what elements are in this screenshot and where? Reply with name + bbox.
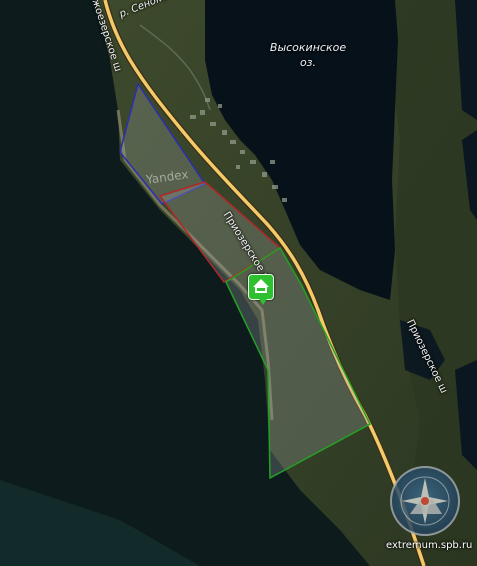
emblem-icon bbox=[400, 476, 450, 526]
campsite-icon bbox=[253, 279, 269, 293]
site-credit[interactable]: extremum.spb.ru bbox=[386, 540, 472, 551]
lake-name: Высокинское bbox=[269, 41, 347, 54]
lake-suffix: оз. bbox=[299, 56, 317, 69]
lake-label: Высокинское оз. bbox=[258, 40, 358, 70]
campsite-marker[interactable] bbox=[248, 274, 274, 305]
satellite-map[interactable]: Высокинское оз. р. Сенокосная Приозерско… bbox=[0, 0, 477, 566]
emblem-logo bbox=[390, 466, 460, 536]
